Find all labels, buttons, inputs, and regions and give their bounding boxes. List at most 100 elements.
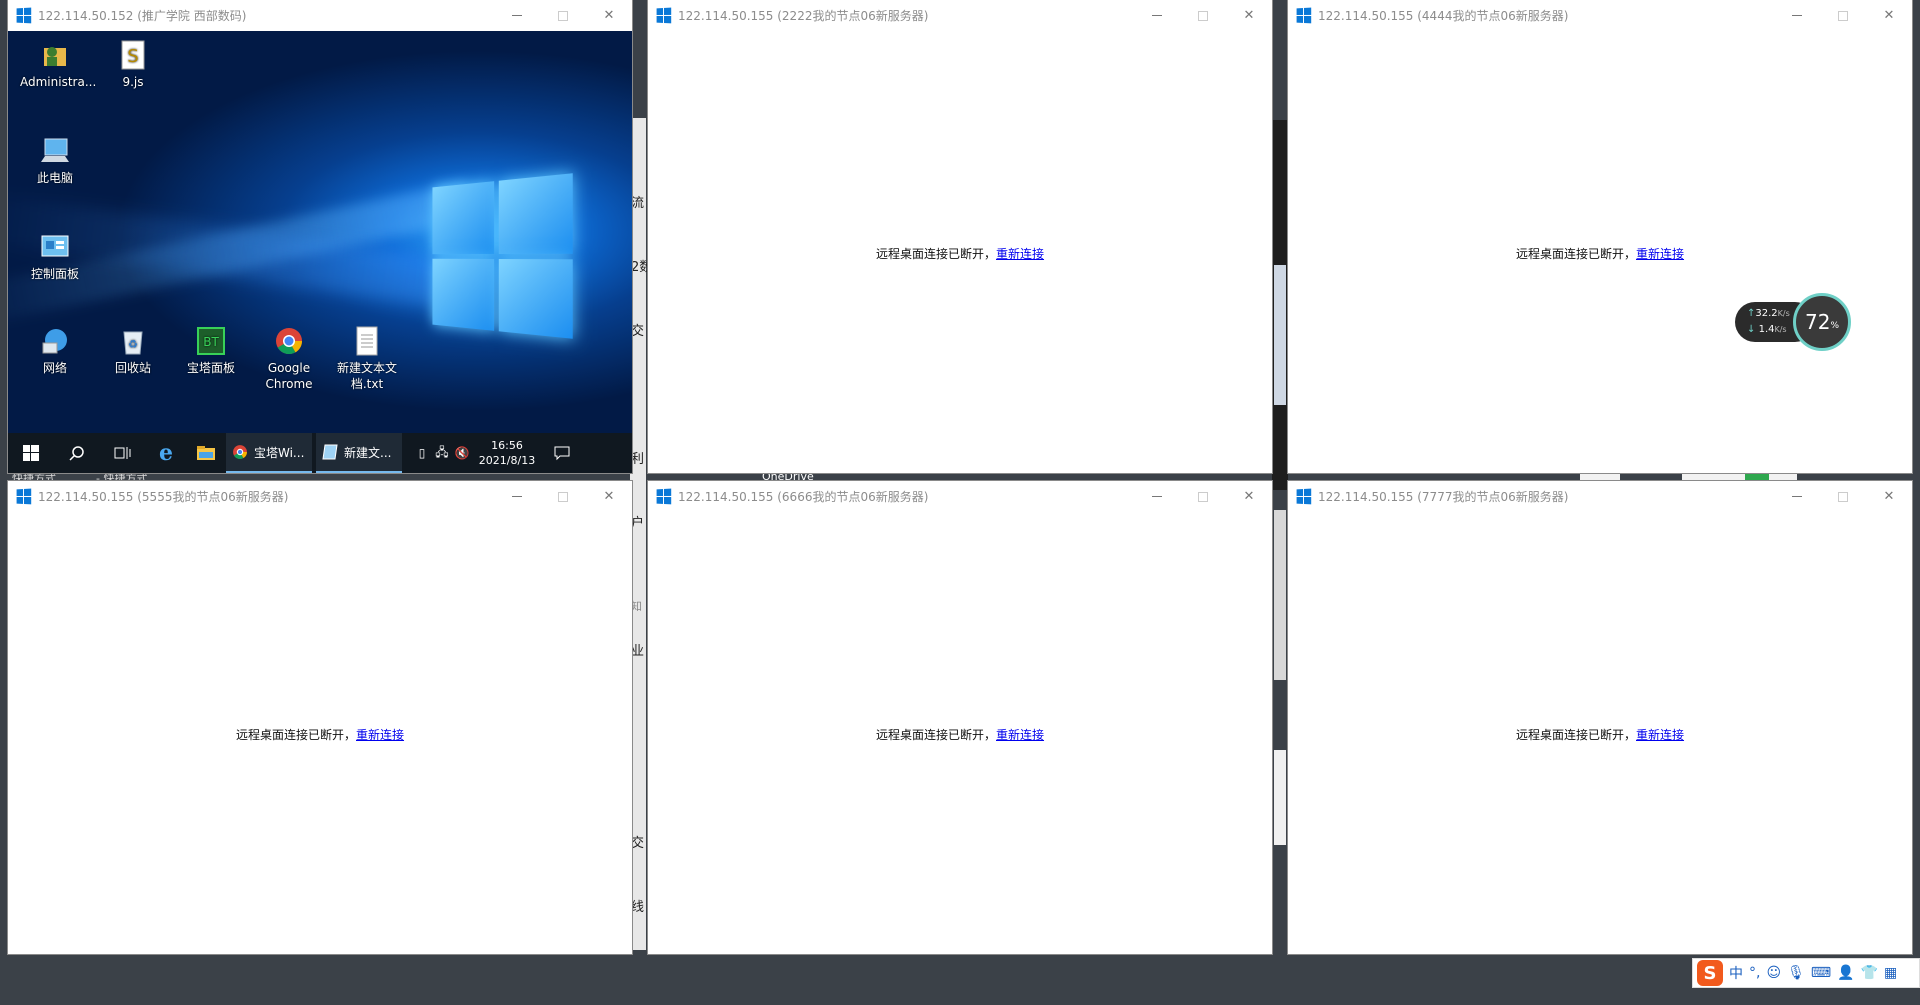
skin-icon[interactable]: 👕 <box>1861 965 1878 981</box>
title-bar[interactable]: 122.114.50.155 (6666我的节点06新服务器) ✕ <box>648 481 1272 512</box>
reconnect-link[interactable]: 重新连接 <box>996 728 1044 742</box>
reconnect-link[interactable]: 重新连接 <box>1636 728 1684 742</box>
maximize-icon <box>1198 10 1208 21</box>
network-tray-button[interactable]: 🖧 <box>432 433 452 473</box>
search-button[interactable] <box>54 433 100 473</box>
rdp-window-6[interactable]: 122.114.50.155 (7777我的节点06新服务器) ✕ 远程桌面连接… <box>1288 481 1912 954</box>
close-button[interactable]: ✕ <box>1866 0 1912 31</box>
task-view-button[interactable] <box>100 433 146 473</box>
reconnect-link[interactable]: 重新连接 <box>1636 247 1684 261</box>
title-bar[interactable]: 122.114.50.152 (推广学院 西部数码) ✕ <box>8 0 632 31</box>
reconnect-link[interactable]: 重新连接 <box>996 247 1044 261</box>
maximize-button[interactable] <box>1180 0 1226 31</box>
minimize-button[interactable] <box>1774 0 1820 31</box>
network-speed-widget[interactable]: ↑32.2K/s ↓ 1.4K/s 72% <box>1735 293 1853 351</box>
internet-explorer-icon: e <box>159 440 173 466</box>
title-bar[interactable]: 122.114.50.155 (5555我的节点06新服务器) ✕ <box>8 481 632 512</box>
notepad-icon <box>322 444 338 460</box>
rdp-window-2[interactable]: 122.114.50.155 (2222我的节点06新服务器) ✕ 远程桌面连接… <box>648 0 1272 473</box>
maximize-button[interactable] <box>540 481 586 512</box>
desktop-icon-9js[interactable]: S 9.js <box>98 39 168 90</box>
desktop-icon-text-file[interactable]: 新建文本文档.txt <box>332 325 402 392</box>
ime-punct-button[interactable]: °, <box>1749 965 1760 981</box>
window-title: 122.114.50.155 (7777我的节点06新服务器) <box>1318 490 1569 504</box>
icon-label: 此电脑 <box>36 171 73 185</box>
close-button[interactable]: ✕ <box>1226 0 1272 31</box>
maximize-button[interactable] <box>1180 481 1226 512</box>
desktop-icon-bt-panel[interactable]: BT 宝塔面板 <box>176 325 246 376</box>
microphone-icon[interactable]: 🎙 <box>1787 965 1805 981</box>
close-button[interactable]: ✕ <box>586 481 632 512</box>
js-file-icon: S <box>117 39 149 71</box>
computer-icon <box>39 135 71 167</box>
volume-tray-button[interactable]: 🔇 <box>452 433 472 473</box>
desktop-icon-control-panel[interactable]: 控制面板 <box>20 231 90 282</box>
ime-mode-button[interactable]: 中 <box>1729 963 1743 983</box>
rdp-window-3[interactable]: 122.114.50.155 (4444我的节点06新服务器) ✕ 远程桌面连接… <box>1288 0 1912 473</box>
windows-wallpaper-logo <box>432 173 573 339</box>
usage-percent-unit: % <box>1830 321 1839 331</box>
minimize-button[interactable] <box>494 481 540 512</box>
desktop-icon-this-pc[interactable]: 此电脑 <box>20 135 90 186</box>
rdp-window-1[interactable]: 122.114.50.152 (推广学院 西部数码) ✕ Administra.… <box>8 0 632 473</box>
desktop-icon-administrator[interactable]: Administra... <box>20 39 96 90</box>
window-title: 122.114.50.155 (5555我的节点06新服务器) <box>38 490 289 504</box>
window-title: 122.114.50.152 (推广学院 西部数码) <box>38 9 247 23</box>
taskbar-app-chrome[interactable]: 宝塔Wi... <box>226 433 312 473</box>
close-button[interactable]: ✕ <box>1866 481 1912 512</box>
text-file-icon <box>351 325 383 357</box>
chrome-icon <box>273 325 305 357</box>
svg-text:♻: ♻ <box>128 338 138 351</box>
download-unit: K/s <box>1774 325 1787 334</box>
bt-panel-icon: BT <box>195 325 227 357</box>
clock-time: 16:56 <box>491 439 523 452</box>
desktop-icon-recycle-bin[interactable]: ♻ 回收站 <box>98 325 168 376</box>
rdp-window-5[interactable]: 122.114.50.155 (6666我的节点06新服务器) ✕ 远程桌面连接… <box>648 481 1272 954</box>
network-icon <box>39 325 71 357</box>
user-icon[interactable]: 👤 <box>1837 965 1854 981</box>
disconnected-panel: 远程桌面连接已断开，重新连接 <box>1288 31 1912 473</box>
minimize-button[interactable] <box>1774 481 1820 512</box>
minimize-button[interactable] <box>1134 0 1180 31</box>
minimize-button[interactable] <box>1134 481 1180 512</box>
title-bar[interactable]: 122.114.50.155 (4444我的节点06新服务器) ✕ <box>1288 0 1912 31</box>
emoji-icon[interactable]: ☺ <box>1766 965 1781 981</box>
title-bar[interactable]: 122.114.50.155 (7777我的节点06新服务器) ✕ <box>1288 481 1912 512</box>
desktop-icon-chrome[interactable]: Google Chrome <box>254 325 324 392</box>
disconnected-panel: 远程桌面连接已断开，重新连接 <box>648 31 1272 473</box>
maximize-icon <box>558 491 568 502</box>
desktop-icon-network[interactable]: 网络 <box>20 325 90 376</box>
file-explorer-button[interactable] <box>186 433 226 473</box>
icon-label: 宝塔面板 <box>186 361 235 375</box>
memory-usage-gauge[interactable]: 72% <box>1793 293 1851 351</box>
taskbar-app-label: 新建文... <box>344 445 392 460</box>
usb-tray-button[interactable]: ▯ <box>412 433 432 473</box>
taskbar-clock[interactable]: 16:56 2021/8/13 <box>472 433 542 473</box>
maximize-icon <box>1838 491 1848 502</box>
notification-icon <box>554 446 570 461</box>
start-button[interactable] <box>8 433 54 473</box>
close-button[interactable]: ✕ <box>1226 481 1272 512</box>
maximize-button[interactable] <box>1820 0 1866 31</box>
maximize-button[interactable] <box>540 0 586 31</box>
maximize-button[interactable] <box>1820 481 1866 512</box>
action-center-button[interactable] <box>542 433 582 473</box>
minimize-button[interactable] <box>494 0 540 31</box>
ie-button[interactable]: e <box>146 433 186 473</box>
icon-label: Google Chrome <box>265 361 313 391</box>
sogou-logo-icon[interactable]: S <box>1697 960 1723 986</box>
title-bar[interactable]: 122.114.50.155 (2222我的节点06新服务器) ✕ <box>648 0 1272 31</box>
taskbar-app-notepad[interactable]: 新建文... <box>316 433 402 473</box>
remote-taskbar: e 宝塔Wi... 新建文... ▯ 🖧 🔇 16:56 2021/8/13 <box>8 433 632 473</box>
bg-text: 利 <box>631 452 645 467</box>
reconnect-link[interactable]: 重新连接 <box>356 728 404 742</box>
menu-grid-icon[interactable]: ▦ <box>1884 965 1897 981</box>
remote-desktop[interactable]: Administra... S 9.js 此电脑 控制面板 网络 ♻ 回收站 B… <box>8 31 632 473</box>
rdp-window-4[interactable]: 122.114.50.155 (5555我的节点06新服务器) ✕ 远程桌面连接… <box>8 481 632 954</box>
network-tray-icon: 🖧 <box>435 444 449 459</box>
taskbar-app-label: 宝塔Wi... <box>254 445 305 460</box>
keyboard-icon[interactable]: ⌨ <box>1811 965 1831 981</box>
close-button[interactable]: ✕ <box>586 0 632 31</box>
chrome-icon <box>233 445 247 459</box>
volume-muted-icon: 🔇 <box>454 446 470 460</box>
